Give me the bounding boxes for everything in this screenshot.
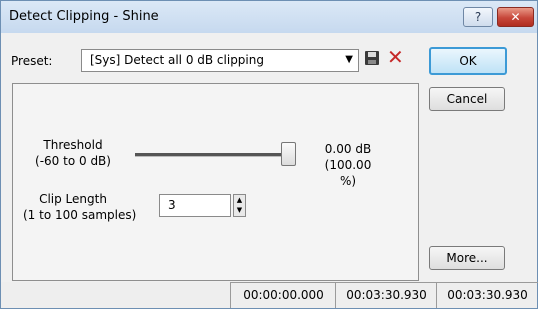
cancel-button[interactable]: Cancel	[429, 87, 505, 111]
help-button[interactable]: ?	[463, 7, 493, 27]
threshold-slider-track[interactable]	[135, 153, 289, 157]
close-button[interactable]: ✕	[497, 7, 534, 27]
chevron-down-icon[interactable]: ▼	[345, 54, 353, 65]
preset-dropdown[interactable]: [Sys] Detect all 0 dB clipping ▼	[81, 49, 359, 72]
preset-label: Preset:	[11, 54, 53, 68]
more-button[interactable]: More...	[429, 246, 505, 270]
clip-length-value: 3	[168, 198, 176, 212]
ok-button[interactable]: OK	[429, 47, 507, 75]
delete-icon[interactable]: ✕	[387, 46, 404, 68]
detect-clipping-dialog: Detect Clipping - Shine ? ✕ Preset: [Sys…	[0, 0, 538, 309]
threshold-label: Threshold (-60 to 0 dB)	[23, 137, 123, 169]
clip-length-label: Clip Length (1 to 100 samples)	[23, 191, 137, 223]
threshold-value-db: 0.00 dB	[324, 142, 372, 156]
clip-length-input[interactable]: 3	[159, 194, 231, 217]
window-title: Detect Clipping - Shine	[9, 9, 159, 24]
threshold-label-range: (-60 to 0 dB)	[35, 154, 111, 168]
selection-end-time: 00:03:30.930	[335, 282, 437, 308]
selection-length-time: 00:03:30.930	[436, 282, 538, 308]
selection-status-bar: 00:00:00.000 00:03:30.930 00:03:30.930	[1, 282, 538, 308]
threshold-label-name: Threshold	[43, 138, 103, 152]
settings-panel: Threshold (-60 to 0 dB) 0.00 dB (100.00 …	[12, 83, 419, 281]
threshold-value: 0.00 dB (100.00 %)	[315, 141, 381, 189]
preset-value: [Sys] Detect all 0 dB clipping	[90, 53, 264, 67]
save-icon[interactable]	[365, 51, 379, 65]
clip-length-label-name: Clip Length	[39, 192, 107, 206]
clip-length-label-range: (1 to 100 samples)	[23, 208, 137, 222]
dialog-body: Preset: [Sys] Detect all 0 dB clipping ▼…	[1, 33, 538, 308]
threshold-slider-thumb[interactable]	[281, 142, 296, 166]
threshold-value-percent: (100.00 %)	[324, 158, 372, 188]
selection-start-time: 00:00:00.000	[230, 282, 336, 308]
title-bar: Detect Clipping - Shine ? ✕	[1, 1, 537, 33]
clip-length-spinner[interactable]: ▲ ▼	[233, 194, 246, 217]
